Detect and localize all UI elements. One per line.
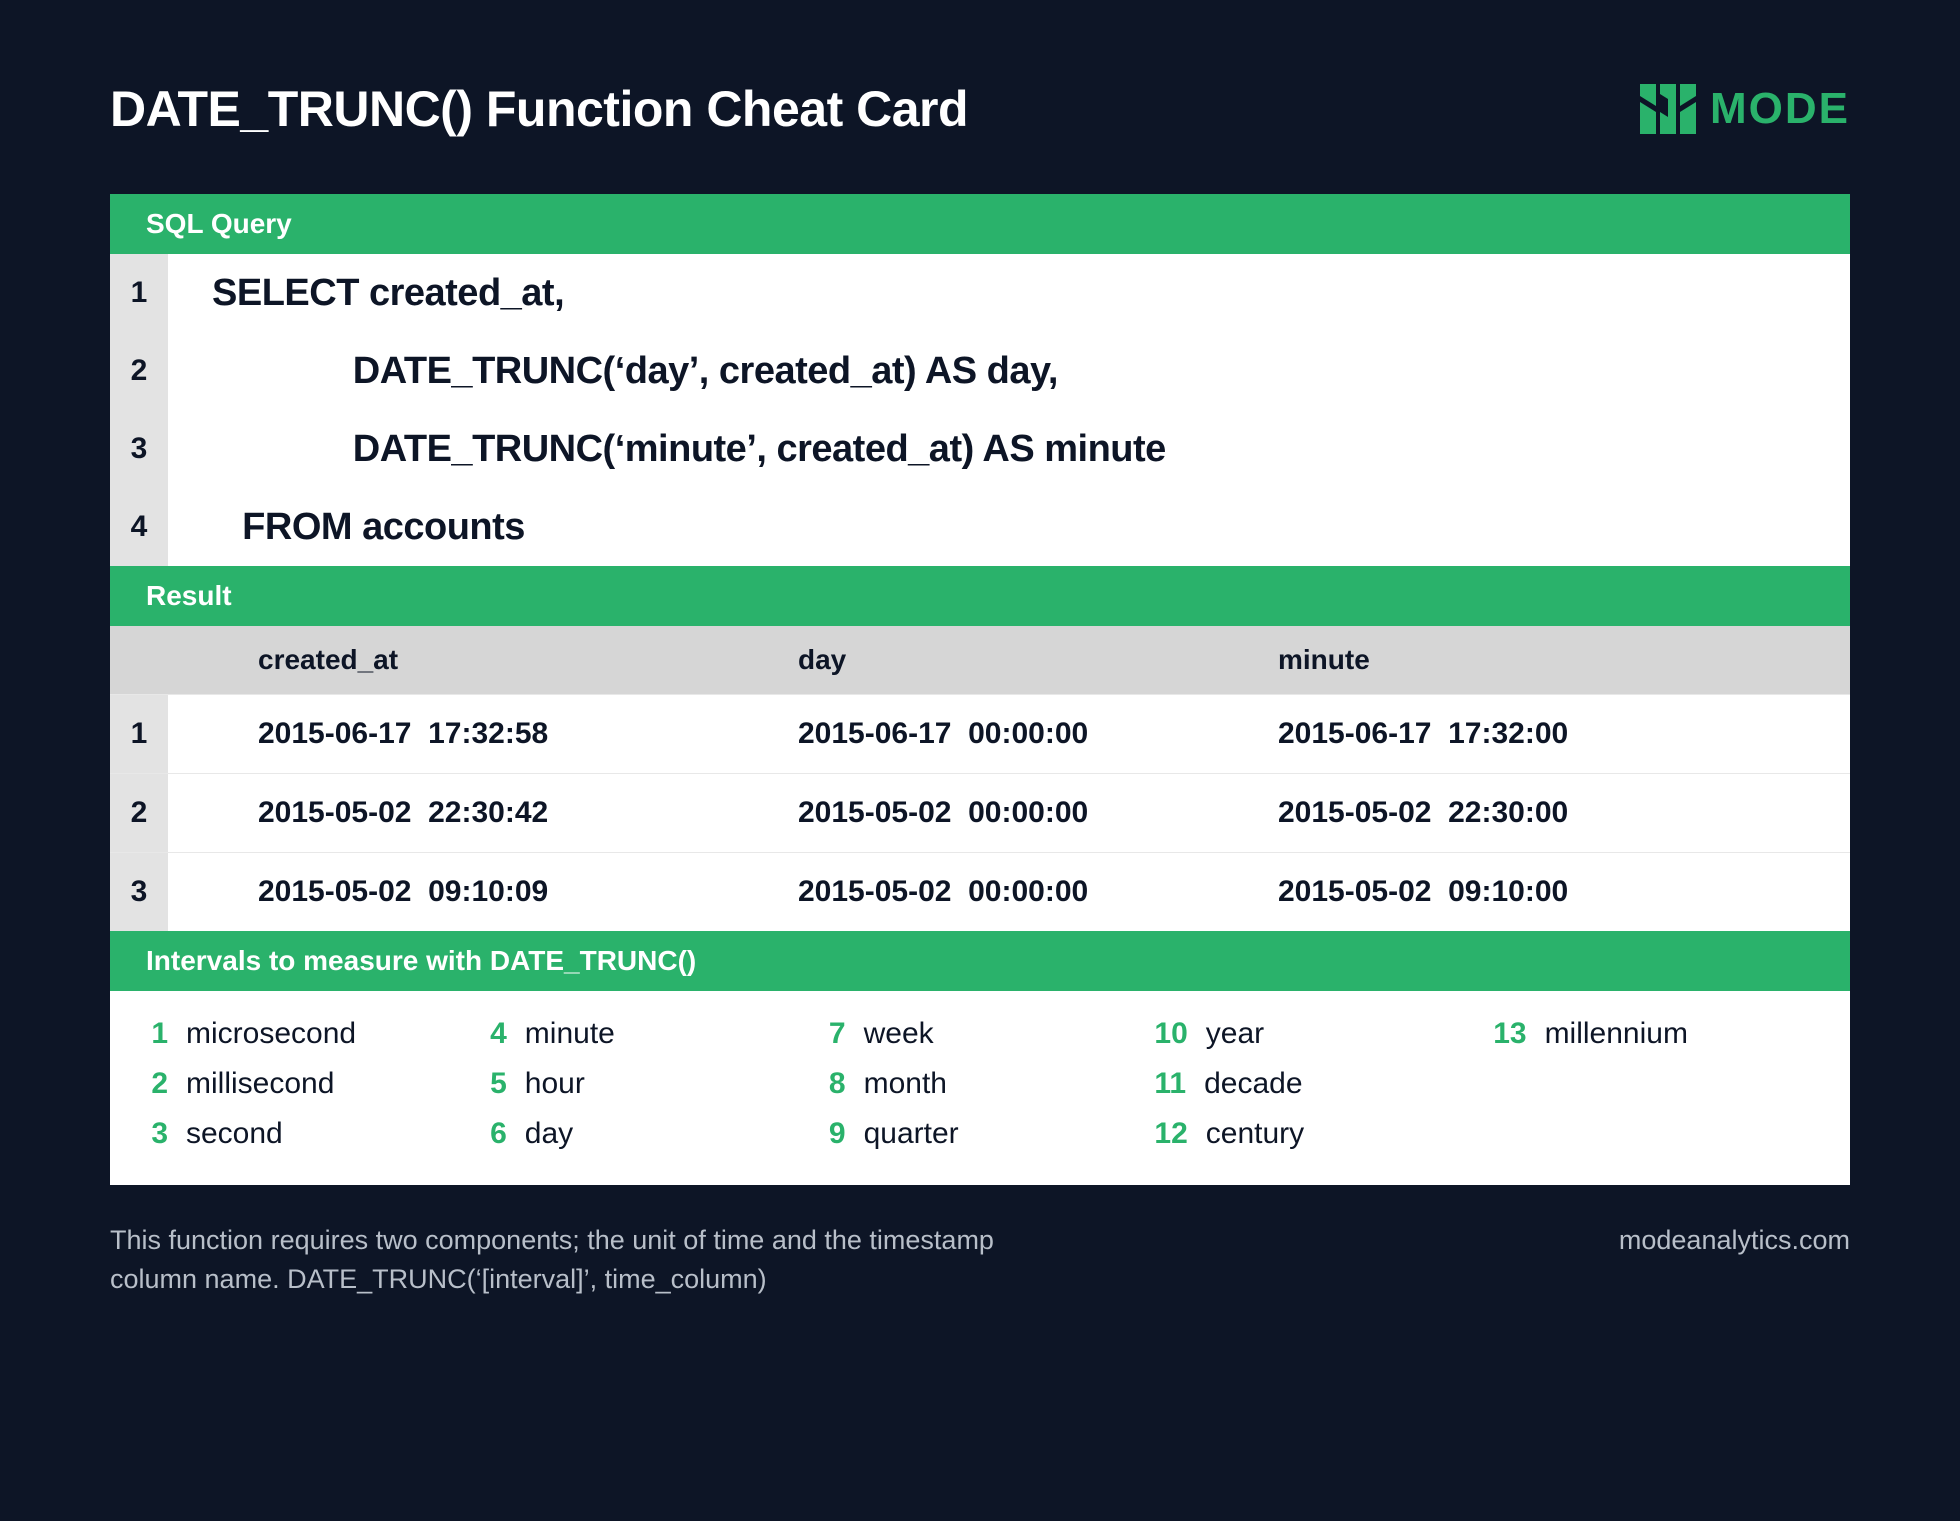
column-header: day: [708, 626, 1188, 694]
sql-code-block: 1 SELECT created_at, 2 DATE_TRUNC(‘day’,…: [110, 254, 1850, 566]
result-table: created_at day minute 1 2015-06-17 17:32…: [110, 626, 1850, 931]
cell: 2015-06-17 00:00:00: [708, 695, 1188, 773]
cell: 2015-05-02 00:00:00: [708, 774, 1188, 852]
brand-logo: MODE: [1640, 84, 1850, 134]
footer: This function requires two components; t…: [110, 1221, 1850, 1299]
column-header: minute: [1188, 626, 1708, 694]
interval-label: week: [864, 1017, 934, 1051]
line-number: 1: [110, 254, 168, 332]
column-header: created_at: [168, 626, 708, 694]
interval-number: 4: [477, 1017, 507, 1051]
sql-query-section-label: SQL Query: [110, 194, 1850, 254]
interval-item: 8 month: [816, 1067, 1145, 1101]
cell: 2015-05-02 09:10:00: [1188, 853, 1708, 931]
interval-item: 6 day: [477, 1117, 806, 1151]
interval-item: 5 hour: [477, 1067, 806, 1101]
code-text: SELECT created_at,: [168, 272, 564, 315]
cell: 2015-05-02 22:30:00: [1188, 774, 1708, 852]
interval-number: 13: [1493, 1017, 1526, 1051]
row-number: 3: [110, 853, 168, 931]
interval-label: minute: [525, 1017, 615, 1051]
interval-label: century: [1206, 1117, 1304, 1151]
table-row: 2 2015-05-02 22:30:42 2015-05-02 00:00:0…: [110, 773, 1850, 852]
row-number-header: [110, 626, 168, 694]
interval-label: month: [864, 1067, 947, 1101]
footer-note: This function requires two components; t…: [110, 1221, 1070, 1299]
intervals-grid: 1 microsecond 2 millisecond 3 second 4 minut…: [110, 991, 1850, 1185]
line-number: 2: [110, 332, 168, 410]
interval-number: 1: [138, 1017, 168, 1051]
header: DATE_TRUNC() Function Cheat Card MODE: [110, 80, 1850, 138]
cell: 2015-06-17 17:32:00: [1188, 695, 1708, 773]
code-line: 2 DATE_TRUNC(‘day’, created_at) AS day,: [110, 332, 1850, 410]
interval-number: 2: [138, 1067, 168, 1101]
row-number: 2: [110, 774, 168, 852]
interval-label: decade: [1204, 1067, 1302, 1101]
interval-number: 8: [816, 1067, 846, 1101]
code-text: DATE_TRUNC(‘day’, created_at) AS day,: [168, 350, 1058, 393]
interval-item: 13 millennium: [1493, 1017, 1822, 1051]
code-line: 4 FROM accounts: [110, 488, 1850, 566]
interval-number: 6: [477, 1117, 507, 1151]
interval-label: microsecond: [186, 1017, 356, 1051]
code-text: FROM accounts: [168, 506, 525, 549]
result-header-row: created_at day minute: [110, 626, 1850, 694]
interval-label: millennium: [1545, 1017, 1688, 1051]
interval-number: 10: [1154, 1017, 1187, 1051]
interval-label: second: [186, 1117, 283, 1151]
mode-logo-icon: [1640, 84, 1696, 134]
intervals-section-label: Intervals to measure with DATE_TRUNC(): [110, 931, 1850, 991]
interval-number: 9: [816, 1117, 846, 1151]
interval-number: 11: [1154, 1067, 1186, 1101]
interval-item: 10 year: [1154, 1017, 1483, 1051]
page-title: DATE_TRUNC() Function Cheat Card: [110, 80, 968, 138]
code-line: 1 SELECT created_at,: [110, 254, 1850, 332]
interval-label: hour: [525, 1067, 585, 1101]
interval-item: 12 century: [1154, 1117, 1483, 1151]
code-line: 3 DATE_TRUNC(‘minute’, created_at) AS mi…: [110, 410, 1850, 488]
interval-item: 9 quarter: [816, 1117, 1145, 1151]
interval-number: 7: [816, 1017, 846, 1051]
result-section-label: Result: [110, 566, 1850, 626]
line-number: 4: [110, 488, 168, 566]
interval-label: day: [525, 1117, 573, 1151]
cheat-card: SQL Query 1 SELECT created_at, 2 DATE_TR…: [110, 194, 1850, 1185]
cell: 2015-05-02 09:10:09: [168, 853, 708, 931]
interval-number: 3: [138, 1117, 168, 1151]
footer-site: modeanalytics.com: [1619, 1221, 1850, 1260]
cell: 2015-06-17 17:32:58: [168, 695, 708, 773]
interval-item: 3 second: [138, 1117, 467, 1151]
interval-item: 2 millisecond: [138, 1067, 467, 1101]
interval-label: quarter: [864, 1117, 959, 1151]
table-row: 1 2015-06-17 17:32:58 2015-06-17 00:00:0…: [110, 694, 1850, 773]
interval-item: 7 week: [816, 1017, 1145, 1051]
interval-label: millisecond: [186, 1067, 334, 1101]
table-row: 3 2015-05-02 09:10:09 2015-05-02 00:00:0…: [110, 852, 1850, 931]
row-number: 1: [110, 695, 168, 773]
brand-name: MODE: [1710, 84, 1850, 134]
cell: 2015-05-02 00:00:00: [708, 853, 1188, 931]
interval-label: year: [1206, 1017, 1264, 1051]
interval-item: 1 microsecond: [138, 1017, 467, 1051]
interval-number: 12: [1154, 1117, 1187, 1151]
line-number: 3: [110, 410, 168, 488]
code-text: DATE_TRUNC(‘minute’, created_at) AS minu…: [168, 428, 1166, 471]
cell: 2015-05-02 22:30:42: [168, 774, 708, 852]
interval-item: 4 minute: [477, 1017, 806, 1051]
interval-number: 5: [477, 1067, 507, 1101]
interval-item: 11 decade: [1154, 1067, 1483, 1101]
